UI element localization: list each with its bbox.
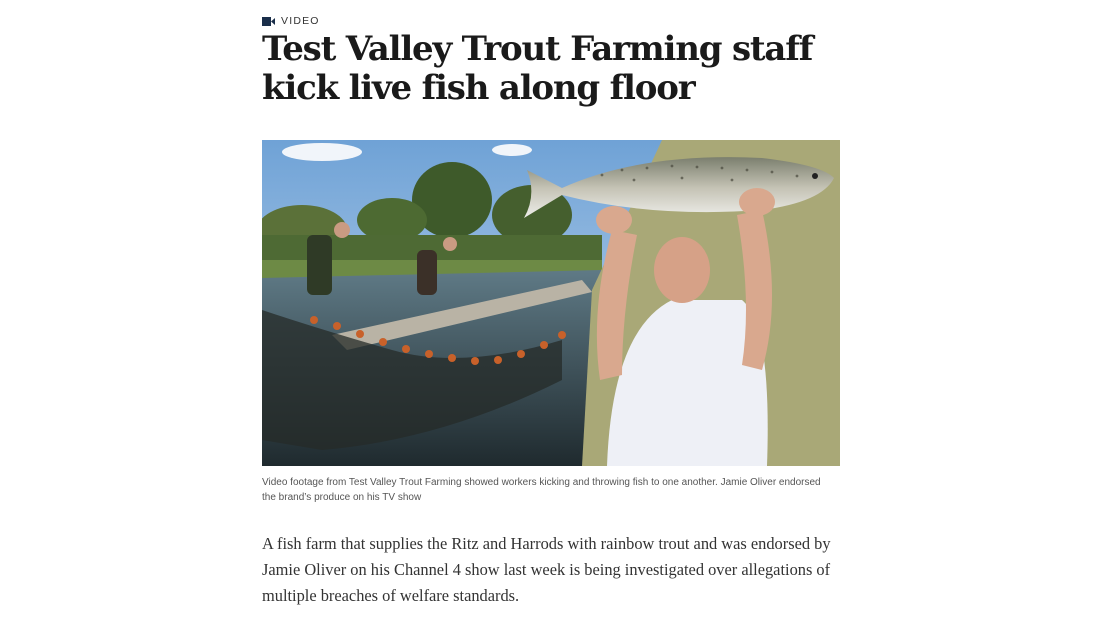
section-label: VIDEO xyxy=(262,15,320,27)
video-camera-icon xyxy=(262,16,275,26)
article-headline: Test Valley Trout Farming staff kick liv… xyxy=(262,29,813,108)
article-hero-image[interactable] xyxy=(262,140,840,466)
article-lede: A fish farm that supplies the Ritz and H… xyxy=(262,534,831,605)
hero-photo-composite xyxy=(262,140,840,466)
image-caption: Video footage from Test Valley Trout Far… xyxy=(262,477,821,503)
section-label-text: VIDEO xyxy=(281,15,320,27)
